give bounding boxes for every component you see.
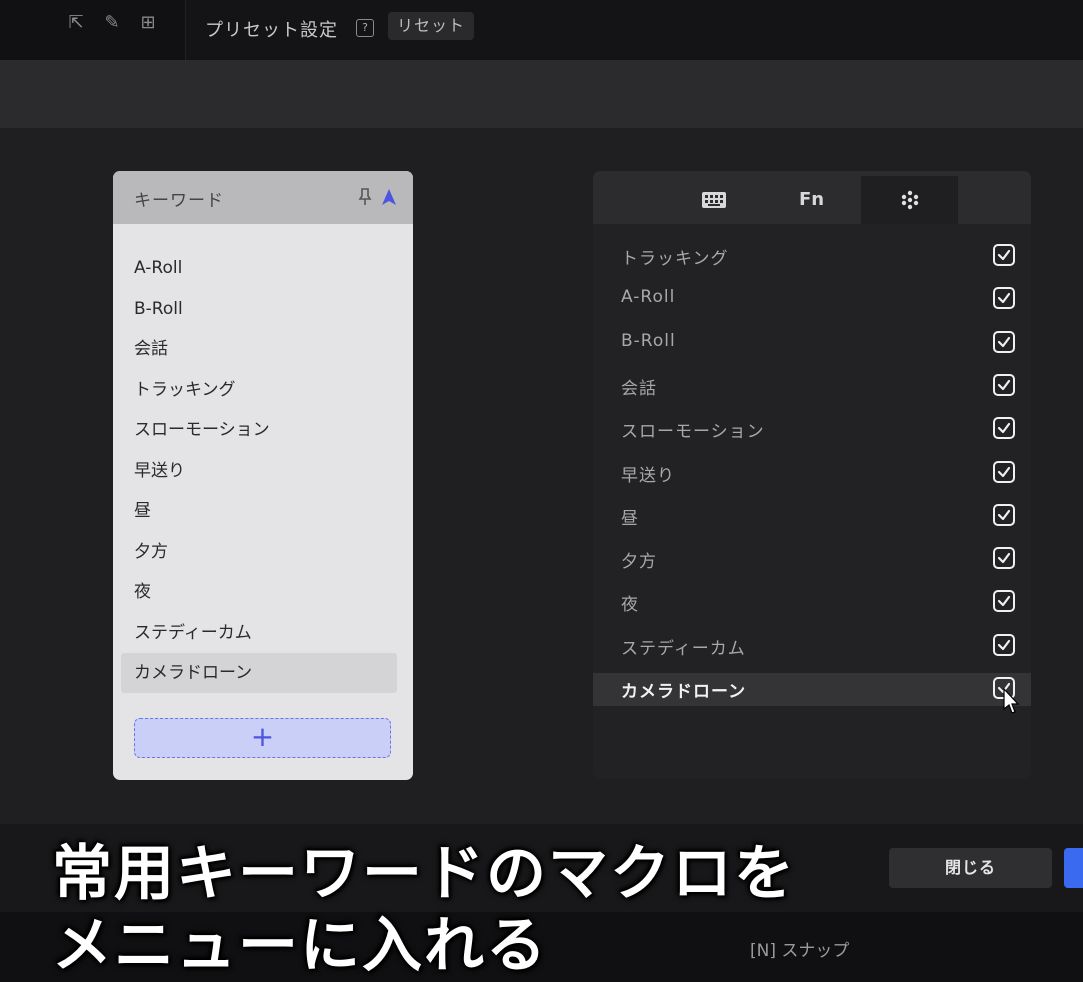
tab-macro[interactable] [861,176,958,224]
menu-item-label: 夜 [621,595,639,616]
keyword-item[interactable]: 昼 [134,491,396,531]
menu-item-label: スローモーション [621,422,765,443]
menu-item-checkbox[interactable] [993,287,1015,310]
menu-item-label: 昼 [621,508,639,529]
menu-item[interactable]: ステディーカム [593,630,1031,663]
keyboard-icon [701,192,726,208]
menu-item[interactable]: B-Roll [593,327,1031,360]
menu-item-checkbox[interactable] [993,590,1015,613]
help-icon[interactable]: ? [356,19,374,37]
keyword-panel: キーワード + A-Roll B-Roll 会話 トラッキング スローモーション 早送り昼… [113,171,413,780]
menu-item-checkbox[interactable] [993,547,1015,570]
menu-item[interactable]: 会話 [593,370,1031,403]
keyword-item[interactable]: トラッキング [134,370,396,410]
menu-item-label: ステディーカム [621,638,746,659]
menu-item-checkbox[interactable] [993,460,1015,483]
menu-item-label: A-Roll [621,287,676,308]
pin-icon[interactable] [358,188,372,206]
menu-item[interactable]: カメラドローン [593,673,1031,706]
reset-button[interactable]: リセット [388,12,475,40]
preset-settings-title: プリセット設定 [205,20,338,41]
menu-item[interactable]: 夕方 [593,543,1031,576]
tab-keyboard[interactable] [665,176,762,224]
keyword-panel-header: キーワード [113,171,413,224]
menu-item-label: B-Roll [621,330,676,351]
keyword-item[interactable]: 早送り [134,451,396,491]
menu-item-label: カメラドローン [621,682,747,702]
menu-item-checkbox[interactable] [993,633,1015,656]
menu-item-checkbox[interactable] [993,330,1015,353]
menu-item[interactable]: 昼 [593,500,1031,533]
menu-item[interactable]: トラッキング [593,240,1031,273]
export-icon[interactable]: ⇱ [65,12,87,34]
close-button[interactable]: 閉じる [889,848,1052,888]
menu-item-checkbox[interactable] [993,373,1015,396]
keyword-item[interactable]: 夕方 [134,532,396,572]
menu-item[interactable]: A-Roll [593,283,1031,316]
menu-item-checkbox[interactable] [993,244,1015,266]
navigate-arrow-icon[interactable] [382,189,396,205]
keyword-item[interactable]: スローモーション [134,410,396,450]
primary-button[interactable] [1064,848,1083,888]
menu-panel: Fn トラッキング A-Roll B-Roll 会話スローモーション 早送り昼夕方夜ステ… [593,171,1031,778]
keyword-item[interactable]: 会話 [134,329,396,369]
menu-item-label: 早送り [621,465,675,486]
tab-fn[interactable]: Fn [763,176,860,224]
menu-item[interactable]: 早送り [593,457,1031,490]
keyword-item[interactable]: A-Roll [134,248,396,288]
keyword-item[interactable]: 夜 [134,572,396,612]
video-caption: 常用キーワードのマクロを メニューに入れる [52,838,796,982]
menu-tabs: Fn [593,171,1031,224]
menu-item-label: 会話 [621,378,657,399]
keyword-item[interactable]: カメラドローン [121,653,397,693]
dots-grid-icon [901,190,918,210]
top-toolbar: ⇱ ✎ ⊞ プリセット設定 ? リセット [0,0,1083,60]
add-square-icon[interactable]: ⊞ [137,12,159,34]
mouse-cursor-icon [1003,688,1020,714]
menu-item[interactable]: スローモーション [593,413,1031,446]
edit-export-icon[interactable]: ✎ [101,12,123,34]
keyword-item[interactable]: B-Roll [134,289,396,329]
caption-line-1: 常用キーワードのマクロを [52,839,796,909]
menu-item-label: トラッキング [621,249,729,269]
sub-toolbar [0,60,1083,128]
menu-item[interactable]: 夜 [593,586,1031,619]
menu-item-label: 夕方 [621,552,657,573]
menu-item-checkbox[interactable] [993,503,1015,526]
keyword-panel-title: キーワード [134,191,224,211]
caption-line-2: メニューに入れる [52,911,548,981]
menu-item-checkbox[interactable] [993,417,1015,440]
add-keyword-button[interactable]: + [134,718,391,758]
keyword-item[interactable]: ステディーカム [134,613,396,653]
